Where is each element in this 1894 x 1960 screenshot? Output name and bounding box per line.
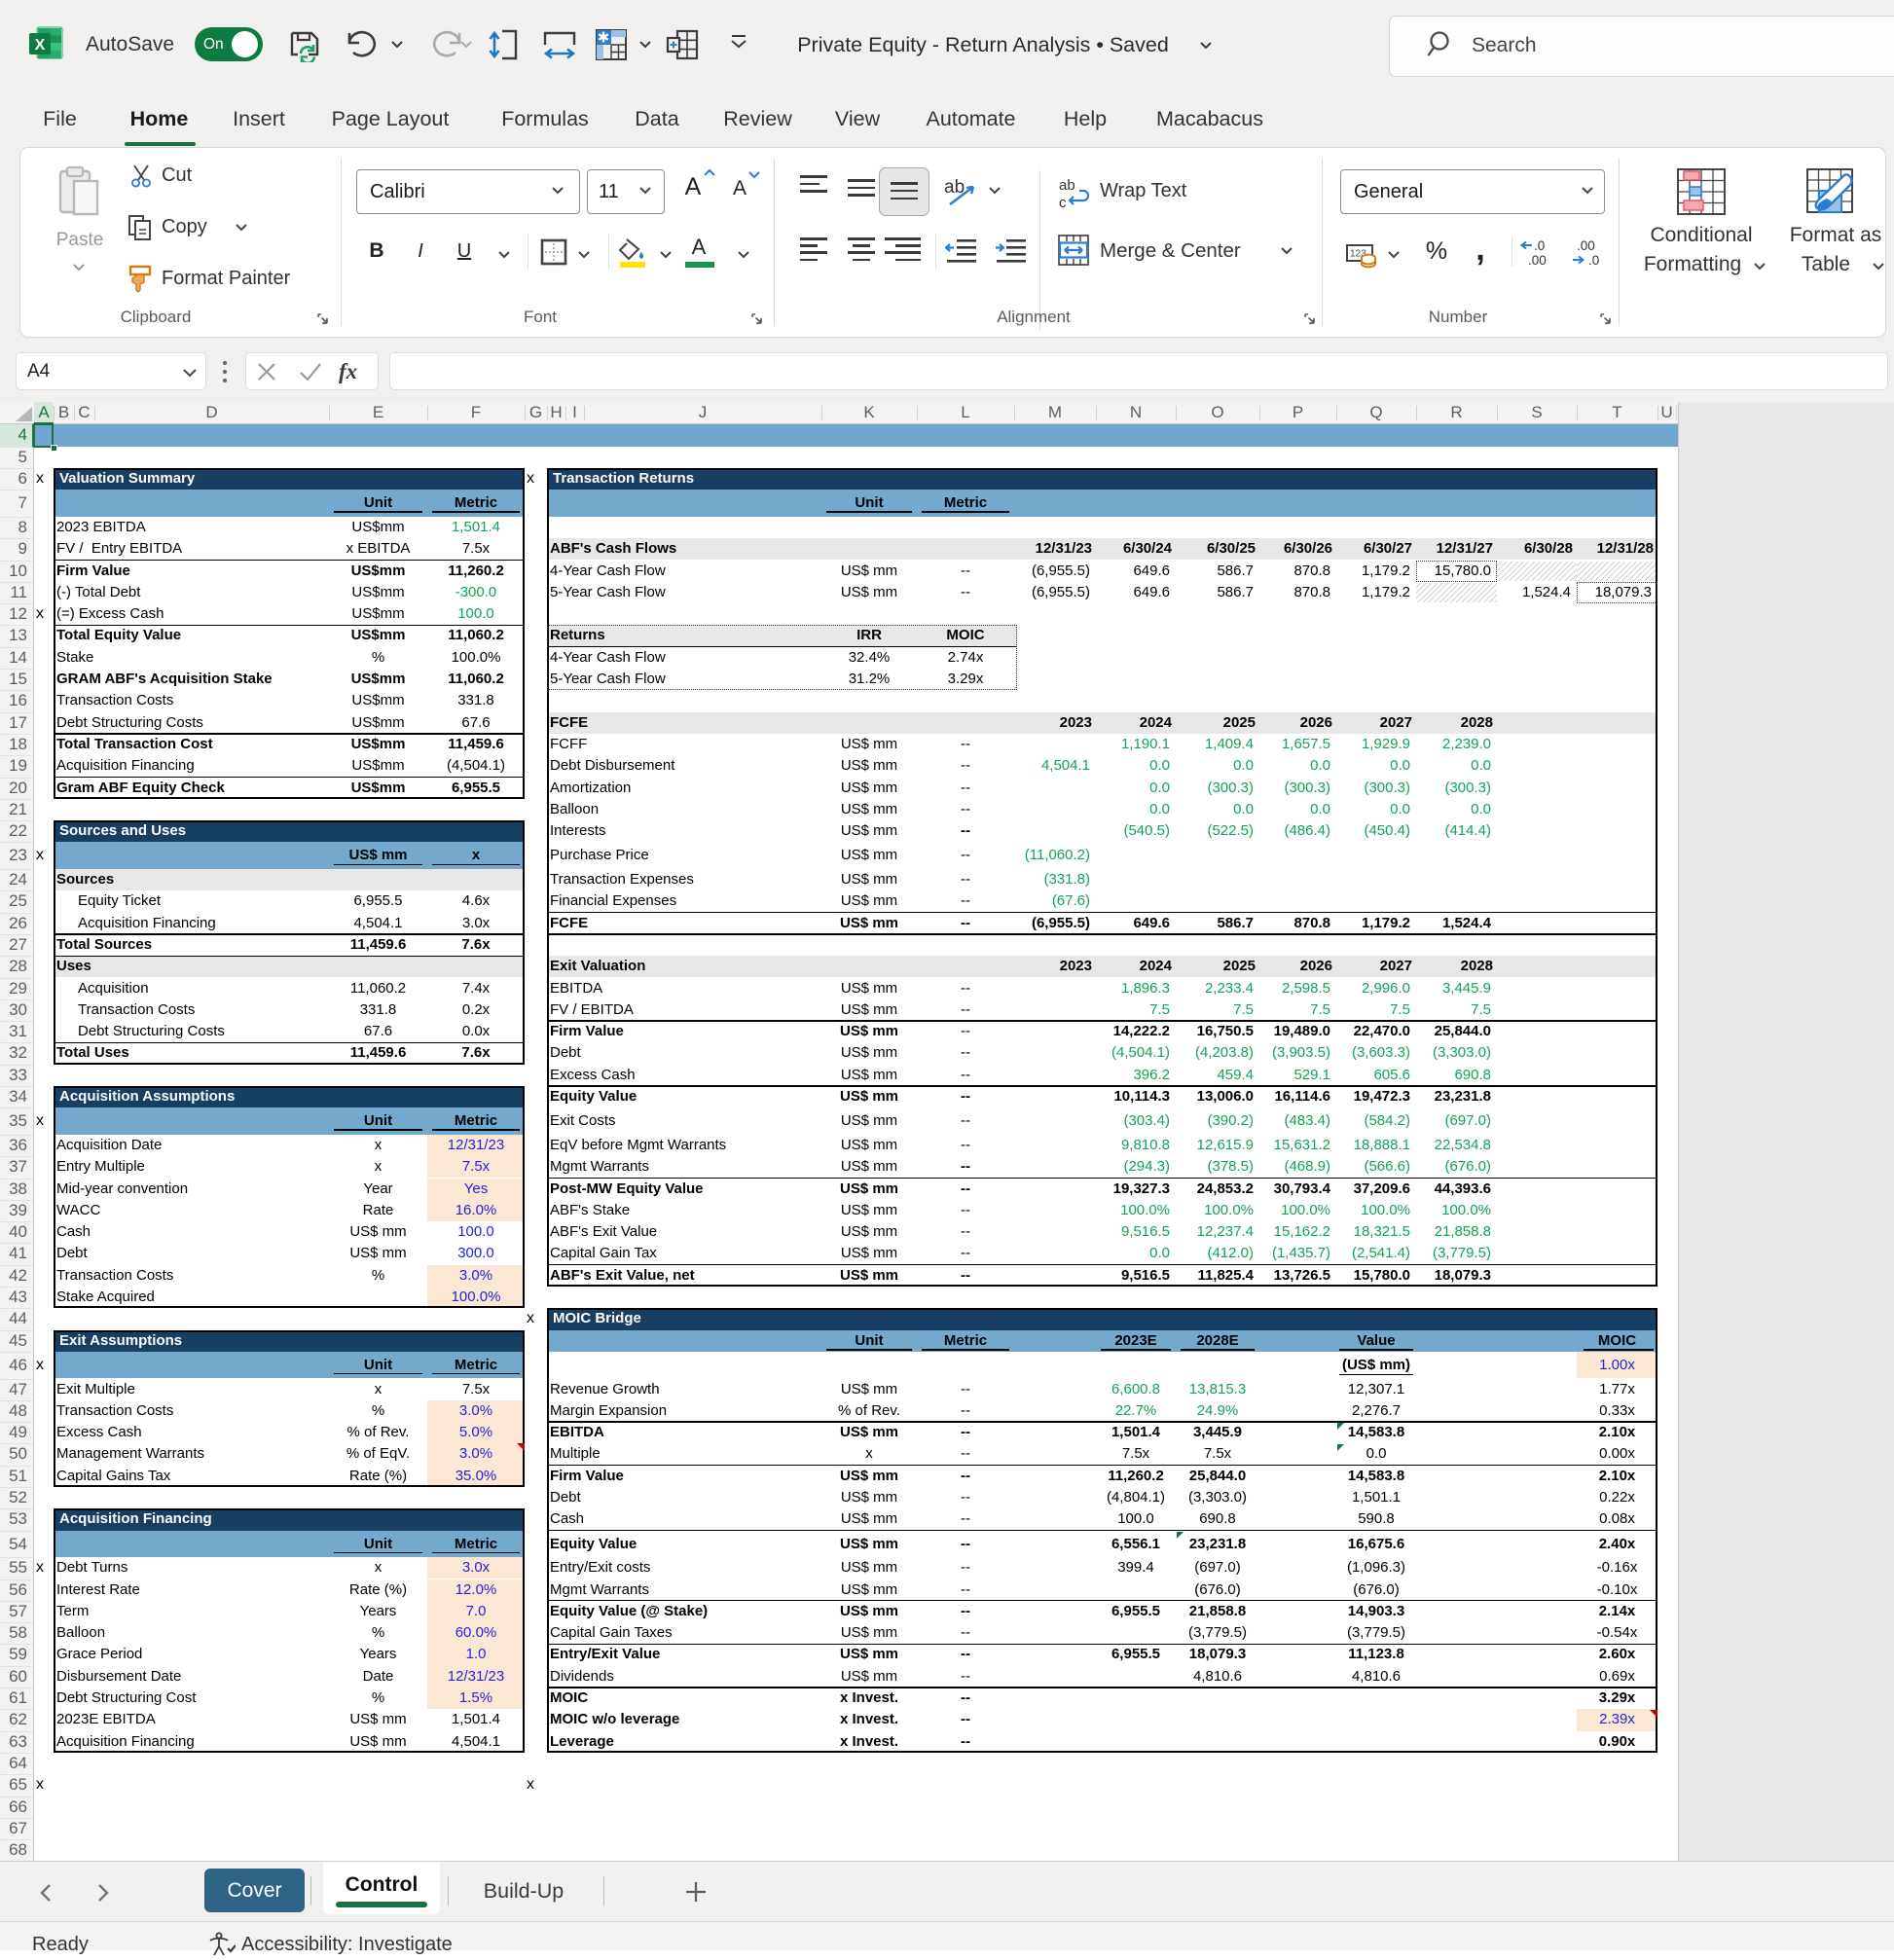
svg-text:X: X (35, 37, 46, 54)
svg-text:✱: ✱ (598, 30, 610, 47)
svg-text:.0: .0 (1588, 253, 1599, 268)
svg-text:c: c (1059, 195, 1067, 210)
svg-text:.0: .0 (1534, 238, 1545, 253)
svg-text:.00: .00 (1577, 238, 1595, 253)
svg-text:ab: ab (1059, 177, 1075, 194)
svg-text:.00: .00 (1528, 253, 1547, 268)
